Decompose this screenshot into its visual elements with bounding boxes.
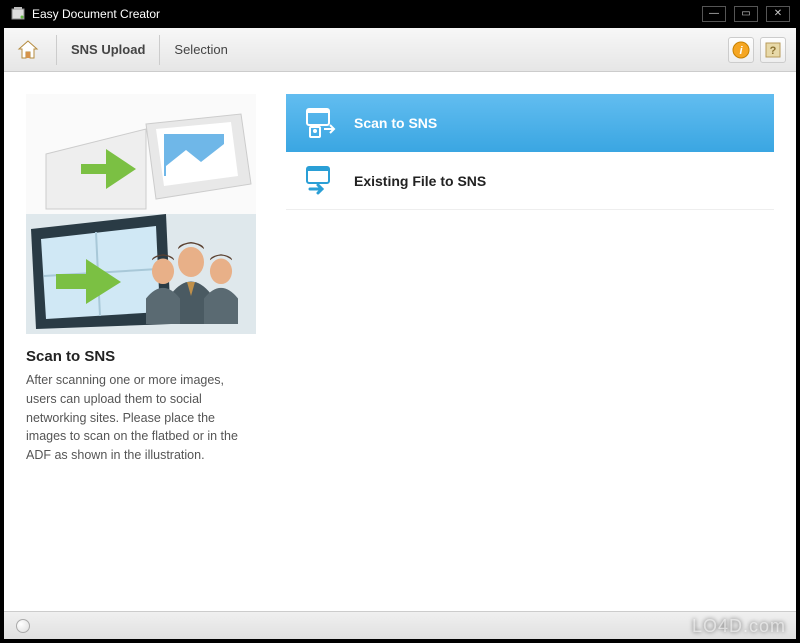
svg-text:?: ? [770,45,777,57]
illustration [26,94,256,334]
breadcrumb-primary: SNS Upload [71,42,145,57]
scanner-sns-icon [304,107,336,139]
minimize-button[interactable]: — [702,6,726,22]
option-label: Scan to SNS [354,115,437,131]
maximize-button[interactable]: ▭ [734,6,758,22]
side-panel: Scan to SNS After scanning one or more i… [26,94,256,589]
content-area: Scan to SNS After scanning one or more i… [4,72,796,611]
breadcrumb-secondary: Selection [174,42,227,57]
option-existing-file-to-sns[interactable]: Existing File to SNS [286,152,774,210]
file-sns-icon [304,165,336,197]
close-button[interactable]: ✕ [766,6,790,22]
info-icon[interactable]: i [728,37,754,63]
side-heading: Scan to SNS [26,348,256,365]
window-title: Easy Document Creator [32,7,702,21]
toolbar: SNS Upload Selection i ? [4,28,796,72]
home-icon[interactable] [14,36,42,64]
app-icon [10,6,26,22]
separator [56,35,57,65]
statusbar [4,611,796,639]
status-indicator-icon [16,619,30,633]
separator [159,35,160,65]
option-scan-to-sns[interactable]: Scan to SNS [286,94,774,152]
help-icon[interactable]: ? [760,37,786,63]
options-list: Scan to SNS Existing File to SNS [286,94,774,589]
titlebar: Easy Document Creator — ▭ ✕ [4,0,796,28]
option-label: Existing File to SNS [354,173,486,189]
side-description: After scanning one or more images, users… [26,371,256,465]
